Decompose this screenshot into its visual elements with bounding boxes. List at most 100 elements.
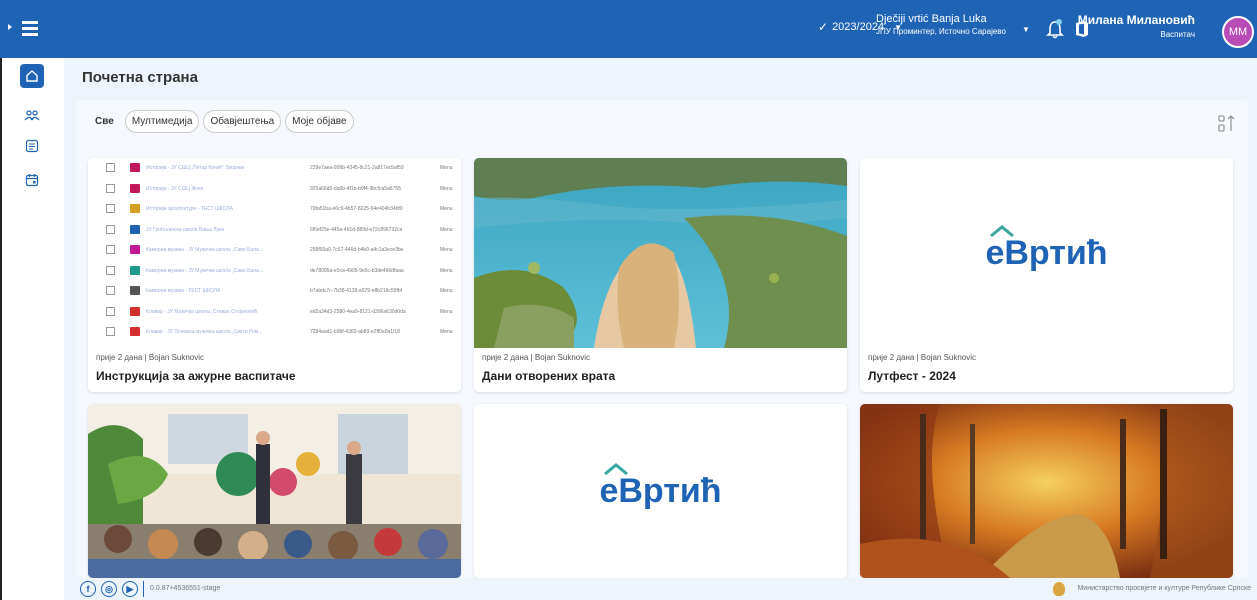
post-card[interactable]: еВртић: [474, 404, 847, 578]
row-checkbox[interactable]: [106, 204, 115, 213]
post-media-autumn-photo: [860, 404, 1233, 578]
sidebar: [10, 58, 62, 578]
post-card[interactable]: [860, 404, 1233, 578]
sheet-row: Камерна музика - ТЕСТ ШКОЛА b7abdc7c-7b38…: [88, 281, 461, 302]
post-card[interactable]: еВртић прије 2 дана | Bojan Suknovic Лут…: [860, 158, 1233, 392]
post-title: Инструкција за ажурне васпитаче: [96, 369, 296, 383]
sheet-row: Клавир - JУ Музичка школа „Стеван Стојан…: [88, 302, 461, 323]
subject-name: Клавир - JУ Музичка школа „Стеван Стојан…: [146, 308, 258, 315]
subject-col: Menu: [440, 226, 453, 233]
footer: f ◎ ▶ 0.0.87+4536551-stage Министарство …: [64, 578, 1257, 600]
subject-id: 258f93a0-7c67-446d-b4b9-a4c1a3ece3be: [310, 247, 404, 253]
main-area: Почетна страна Све Мултимедија Обавјеште…: [64, 58, 1257, 578]
post-title: Лутфест - 2024: [868, 369, 956, 383]
subject-id: 229e7aea-999b-4345-8c21-2a817ec5af59: [310, 165, 404, 171]
post-media-kids-photo: [88, 404, 461, 578]
post-card[interactable]: Историја - JУ СШЦ „Петар Кочић" Зворник 2…: [88, 158, 461, 392]
post-meta: прије 2 дана | Bojan Suknovic: [868, 353, 977, 362]
row-checkbox[interactable]: [106, 245, 115, 254]
row-checkbox[interactable]: [106, 163, 115, 172]
filter-tabs: Све Мултимедија Обавјештења Моје објаве: [88, 110, 354, 133]
sheet-row: Клавир - JУ Основна музичка школа „Свети…: [88, 322, 461, 343]
footer-divider: [143, 581, 144, 597]
subject-icon: [130, 204, 140, 213]
subject-id: ed2a34d3-2580-4ea9-8121-d396a630d0da: [310, 308, 406, 315]
window-edge: [0, 58, 2, 600]
subject-icon: [130, 265, 140, 275]
subject-col: Menu: [440, 267, 453, 274]
post-media-logo: еВртић: [860, 158, 1233, 348]
row-checkbox[interactable]: [106, 286, 115, 295]
app-version: 0.0.87+4536551-stage: [150, 585, 221, 592]
sheet-row: Историја - JУ СШЦ „Петар Кочић" Зворник 2…: [88, 158, 461, 179]
filter-my-posts[interactable]: Моје објаве: [285, 110, 354, 133]
roof-icon: [990, 224, 1015, 237]
row-checkbox[interactable]: [106, 306, 115, 316]
sidebar-item-board[interactable]: [20, 134, 44, 158]
subject-icon: [130, 327, 140, 336]
kindergarten-subtitle: ЈПУ Проминтер, Источно Сарајево: [876, 27, 1006, 36]
subject-icon: [130, 245, 140, 254]
sheet-row: Камерна музика - JУ Музичка школа „Саво …: [88, 240, 461, 261]
evrtic-logo: еВртић: [599, 462, 722, 511]
calendar-icon: [25, 174, 39, 187]
filter-multimedia[interactable]: Мултимедија: [124, 110, 200, 133]
subject-col: Menu: [440, 329, 453, 335]
sidebar-item-children[interactable]: [20, 104, 44, 128]
subject-name: Историја - JУ СШЦ Фоча: [146, 185, 204, 192]
row-checkbox[interactable]: [106, 265, 115, 275]
row-checkbox[interactable]: [106, 183, 115, 193]
post-meta: прије 2 дана | Bojan Suknovic: [482, 353, 591, 362]
post-title: Дани отворених врата: [482, 369, 616, 383]
subject-col: Menu: [440, 206, 453, 212]
subject-name: JУ Гробљанска школа Бања Лука: [146, 226, 225, 233]
subject-icon: [130, 224, 140, 234]
subject-name: Историја архитектуре - ТЕСТ ШКОЛА: [146, 206, 233, 212]
evrtic-logo: еВртић: [985, 224, 1108, 273]
top-bar: ✓ 2023/2024 ▼ Dječiji vrtić Banja Luka Ј…: [0, 0, 1257, 58]
sidebar-item-home[interactable]: [20, 64, 44, 88]
user-name: Милана Милановић: [1077, 13, 1195, 27]
home-icon: [26, 70, 38, 82]
roof-icon: [604, 462, 629, 475]
subject-name: Камерна музика - ТЕСТ ШКОЛА: [146, 288, 221, 294]
feed-panel: Све Мултимедија Обавјештења Моје објаве …: [76, 100, 1248, 578]
check-icon: ✓: [818, 20, 829, 34]
youtube-icon[interactable]: ▶: [122, 581, 138, 597]
post-card[interactable]: прије 2 дана | Bojan Suknovic Дани отвор…: [474, 158, 847, 392]
page-title: Почетна страна: [82, 69, 198, 86]
post-meta: прије 2 дана | Bojan Suknovic: [96, 353, 205, 362]
subject-col: Menu: [440, 308, 453, 315]
subject-col: Menu: [440, 288, 453, 294]
subject-name: Историја - JУ СШЦ „Петар Кочић" Зворник: [146, 165, 245, 171]
ministry-link[interactable]: Министарство просвјете и културе Републи…: [1077, 585, 1251, 592]
kindergarten-selector[interactable]: Dječiji vrtić Banja Luka ЈПУ Проминтер, …: [876, 13, 1006, 36]
post-card[interactable]: [88, 404, 461, 578]
facebook-icon[interactable]: f: [80, 581, 96, 597]
subject-col: Menu: [440, 185, 453, 192]
sidebar-item-calendar[interactable]: [20, 168, 44, 192]
post-media-lake-photo: [474, 158, 847, 348]
filter-all[interactable]: Све: [88, 110, 121, 133]
instagram-icon[interactable]: ◎: [101, 581, 117, 597]
kindergarten-name: Dječiji vrtić Banja Luka: [876, 13, 987, 25]
chevron-down-icon[interactable]: ▼: [1022, 25, 1030, 34]
sheet-row: Камерна музика - JУ Музичка школа „Саво …: [88, 261, 461, 282]
subject-id: 79fa51ba-e6c9-4b57-8225-54e404b34bf0: [310, 206, 403, 212]
subject-name: Камерна музика - JУ Музичка школа „Саво …: [146, 267, 263, 274]
subject-id: 7284aad1-b9bf-4363-ab89-e2ff0a0a1f18: [310, 329, 400, 335]
sheet-row: Историја - JУ СШЦ Фоча 925a66d5-da6b-4f1b…: [88, 179, 461, 200]
row-checkbox[interactable]: [106, 224, 115, 234]
row-checkbox[interactable]: [106, 327, 115, 336]
menu-toggle-button[interactable]: [12, 18, 42, 42]
subject-id: 925a66d5-da6b-4f1b-b9f4-9bcfca5a6755: [310, 185, 401, 192]
user-role: Васпитач: [1160, 30, 1195, 39]
avatar[interactable]: ММ: [1222, 16, 1254, 48]
user-info[interactable]: Милана Милановић Васпитач: [1078, 13, 1195, 39]
filter-announcements[interactable]: Обавјештења: [203, 110, 282, 133]
children-icon: [24, 110, 40, 121]
bell-icon[interactable]: [1046, 18, 1064, 40]
board-icon: [25, 139, 39, 153]
sort-icon[interactable]: [1216, 113, 1238, 135]
subject-col: Menu: [440, 247, 453, 253]
